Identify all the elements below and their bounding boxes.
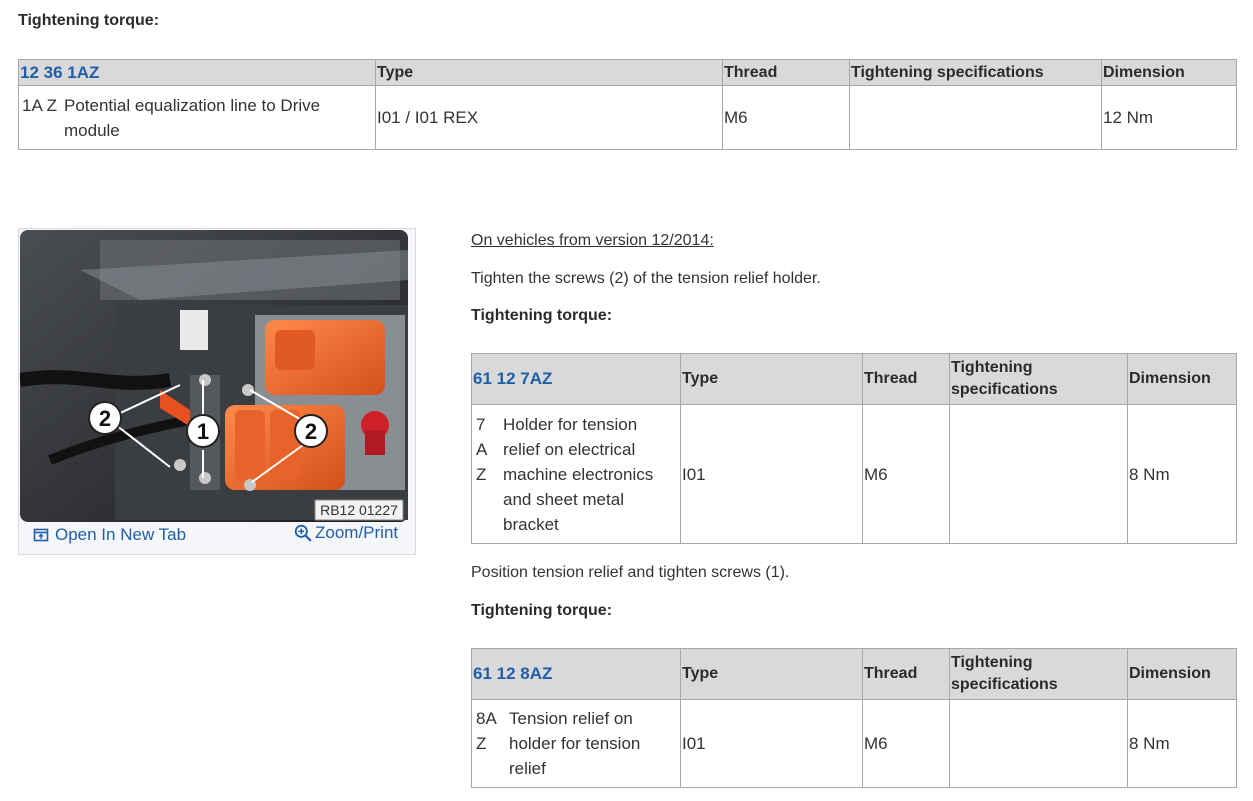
type-cell: I01 / I01 REX bbox=[375, 85, 723, 150]
torque-table-61-12-7az: 61 12 7AZ Type Thread Tightening specifi… bbox=[471, 353, 1237, 544]
step-tighten-screws: Tighten the screws (2) of the tension re… bbox=[471, 270, 821, 287]
callout-2-left: 2 bbox=[88, 401, 122, 435]
component-photo[interactable]: 2 1 2 RB12 01227 bbox=[20, 230, 408, 522]
zoom-icon bbox=[294, 524, 312, 542]
open-in-new-tab-link[interactable]: Open In New Tab bbox=[33, 525, 186, 545]
column-spec: Tightening specifications bbox=[949, 648, 1128, 700]
image-id-label: RB12 01227 bbox=[320, 502, 398, 518]
spec-cell bbox=[949, 699, 1128, 788]
dimension-cell: 8 Nm bbox=[1127, 404, 1237, 544]
svg-text:2: 2 bbox=[305, 419, 317, 444]
position-cell: 1A Z Potential equalization line to Driv… bbox=[18, 85, 376, 150]
column-thread: Thread bbox=[722, 59, 850, 86]
position-description: Tension relief on holder for tension rel… bbox=[509, 709, 641, 778]
callout-2-right: 2 bbox=[294, 414, 328, 448]
figure-panel: 2 1 2 RB12 01227 Open In New Tab Zoom/Pr… bbox=[18, 228, 416, 555]
column-dimension: Dimension bbox=[1127, 648, 1237, 700]
column-spec: Tightening specifications bbox=[949, 353, 1128, 405]
column-dimension: Dimension bbox=[1101, 59, 1237, 86]
dimension-cell: 8 Nm bbox=[1127, 699, 1237, 788]
type-cell: I01 bbox=[680, 699, 863, 788]
table-header-row: 61 12 7AZ Type Thread Tightening specifi… bbox=[471, 353, 1237, 405]
position-number: 8A Z bbox=[476, 709, 496, 753]
table-header-row: 12 36 1AZ Type Thread Tightening specifi… bbox=[18, 59, 1237, 86]
torque-table-12-36-1az: 12 36 1AZ Type Thread Tightening specifi… bbox=[18, 59, 1237, 150]
position-description: Potential equalization line to Drive mod… bbox=[64, 95, 321, 140]
dimension-cell: 12 Nm bbox=[1101, 85, 1237, 150]
spec-cell bbox=[849, 85, 1102, 150]
tightening-torque-heading-3: Tightening torque: bbox=[471, 602, 613, 619]
thread-cell: M6 bbox=[722, 85, 850, 150]
position-description: Holder for tension relief on electrical … bbox=[503, 414, 654, 534]
table-row: 1A Z Potential equalization line to Driv… bbox=[18, 85, 1237, 150]
position-number: 1A Z bbox=[22, 95, 57, 115]
part-code: 61 12 7AZ bbox=[471, 353, 681, 405]
part-code: 61 12 8AZ bbox=[471, 648, 681, 700]
callout-1: 1 bbox=[186, 414, 220, 448]
torque-table-61-12-8az: 61 12 8AZ Type Thread Tightening specifi… bbox=[471, 648, 1237, 788]
column-type: Type bbox=[680, 648, 863, 700]
tightening-torque-heading-2: Tightening torque: bbox=[471, 307, 613, 324]
type-cell: I01 bbox=[680, 404, 863, 544]
part-code: 12 36 1AZ bbox=[18, 59, 376, 86]
zoom-print-link[interactable]: Zoom/Print bbox=[294, 523, 398, 543]
svg-text:2: 2 bbox=[99, 406, 111, 431]
position-cell: 8A Z Tension relief on holder for tensio… bbox=[471, 699, 681, 788]
tightening-torque-heading: Tightening torque: bbox=[18, 12, 160, 29]
column-type: Type bbox=[375, 59, 723, 86]
version-note: On vehicles from version 12/2014: bbox=[471, 232, 714, 249]
table-header-row: 61 12 8AZ Type Thread Tightening specifi… bbox=[471, 648, 1237, 700]
position-cell: 7 A Z Holder for tension relief on elect… bbox=[471, 404, 681, 544]
table-row: 8A Z Tension relief on holder for tensio… bbox=[471, 699, 1237, 788]
open-tab-icon bbox=[33, 528, 49, 542]
column-thread: Thread bbox=[862, 648, 950, 700]
position-number: 7 A Z bbox=[476, 414, 488, 484]
thread-cell: M6 bbox=[862, 699, 950, 788]
column-thread: Thread bbox=[862, 353, 950, 405]
column-spec: Tightening specifications bbox=[849, 59, 1102, 86]
column-dimension: Dimension bbox=[1127, 353, 1237, 405]
step-position-tension-relief: Position tension relief and tighten scre… bbox=[471, 564, 790, 581]
table-row: 7 A Z Holder for tension relief on elect… bbox=[471, 404, 1237, 544]
zoom-print-label: Zoom/Print bbox=[315, 523, 399, 542]
svg-text:1: 1 bbox=[197, 419, 209, 444]
thread-cell: M6 bbox=[862, 404, 950, 544]
column-type: Type bbox=[680, 353, 863, 405]
spec-cell bbox=[949, 404, 1128, 544]
open-in-new-tab-label: Open In New Tab bbox=[55, 525, 187, 544]
